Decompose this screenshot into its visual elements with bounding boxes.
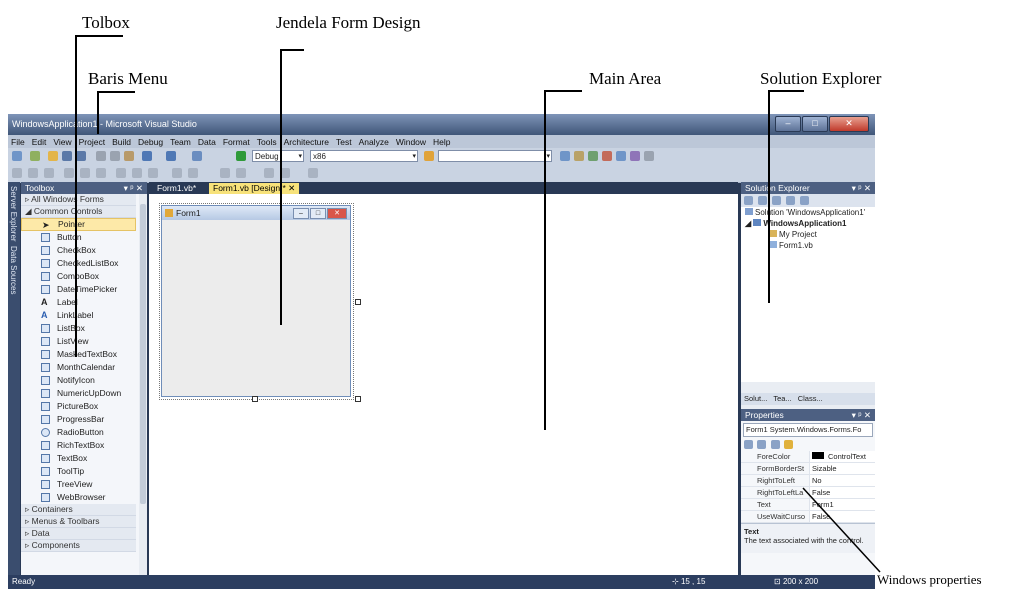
leader-line-properties [802, 487, 881, 573]
